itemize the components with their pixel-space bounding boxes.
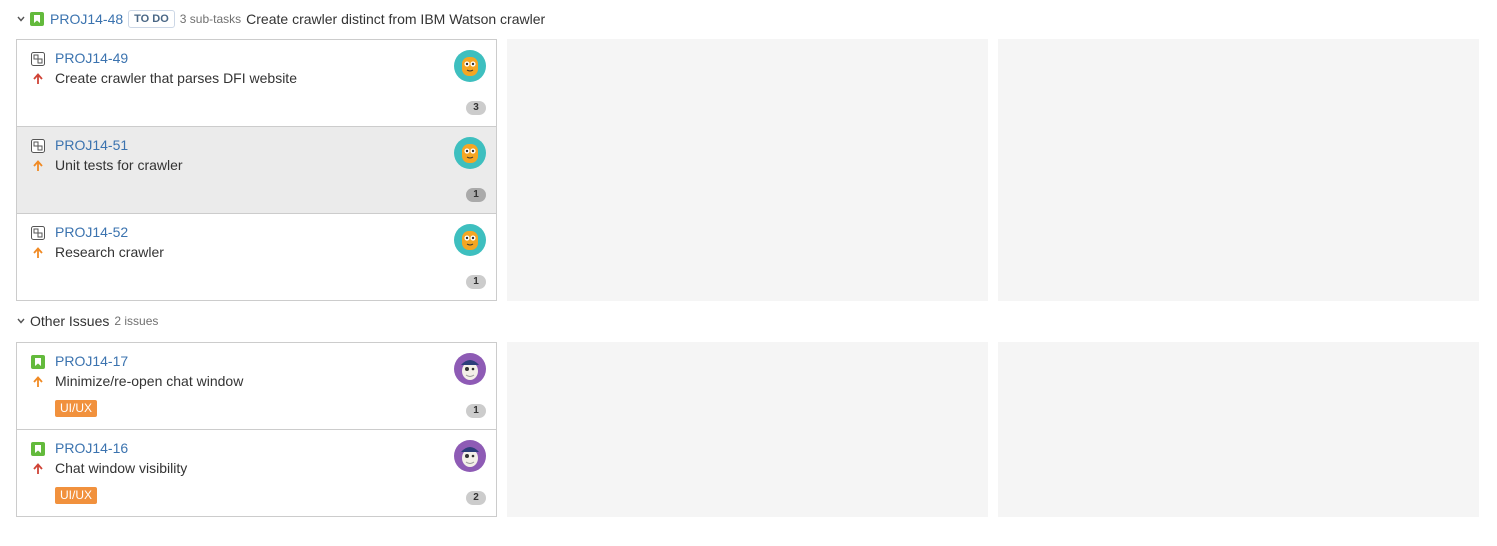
priority-high-icon: [31, 72, 45, 86]
issue-label[interactable]: UI/UX: [55, 400, 98, 417]
priority-high-icon: [31, 462, 45, 476]
in-progress-column[interactable]: [507, 39, 988, 301]
issue-count: 2 issues: [114, 314, 159, 328]
parent-issue-key[interactable]: PROJ14-48: [50, 11, 123, 27]
story-icon: [31, 442, 45, 456]
chevron-down-icon[interactable]: [16, 14, 26, 24]
chevron-down-icon[interactable]: [16, 316, 26, 326]
subtask-count-badge: 3: [466, 101, 486, 115]
priority-medium-icon: [31, 375, 45, 389]
subtask-icon: [31, 226, 45, 240]
issue-key[interactable]: PROJ14-17: [55, 353, 128, 369]
pirate-avatar[interactable]: [454, 353, 486, 385]
issue-key[interactable]: PROJ14-16: [55, 440, 128, 456]
priority-medium-icon: [31, 159, 45, 173]
pirate-avatar[interactable]: [454, 440, 486, 472]
issue-card[interactable]: PROJ14-51 Unit tests for crawler 1: [17, 127, 496, 214]
orange-monster-avatar[interactable]: [454, 137, 486, 169]
comment-count-badge: 2: [466, 491, 486, 505]
subtask-count-badge: 1: [466, 188, 486, 202]
story-icon: [30, 12, 44, 26]
in-progress-column[interactable]: [507, 342, 988, 517]
done-column[interactable]: [998, 39, 1479, 301]
subtask-count-badge: 1: [466, 275, 486, 289]
subtask-icon: [31, 139, 45, 153]
orange-monster-avatar[interactable]: [454, 50, 486, 82]
comment-count-badge: 1: [466, 404, 486, 418]
subtask-count: 3 sub-tasks: [179, 12, 242, 26]
done-column[interactable]: [998, 342, 1479, 517]
story-icon: [31, 355, 45, 369]
issue-card[interactable]: PROJ14-52 Research crawler 1: [17, 214, 496, 300]
issue-summary: Minimize/re-open chat window: [55, 373, 244, 389]
orange-monster-avatar[interactable]: [454, 224, 486, 256]
todo-column: PROJ14-49 Create crawler that parses DFI…: [16, 39, 497, 301]
issue-key[interactable]: PROJ14-49: [55, 50, 128, 66]
todo-column: PROJ14-17 Minimize/re-open chat window U…: [16, 342, 497, 517]
issue-card[interactable]: PROJ14-17 Minimize/re-open chat window U…: [17, 343, 496, 430]
parent-swimlane-header[interactable]: PROJ14-48 TO DO 3 sub-tasks Create crawl…: [16, 9, 545, 29]
swimlane-title: Other Issues: [30, 313, 110, 329]
priority-medium-icon: [31, 246, 45, 260]
issue-label[interactable]: UI/UX: [55, 487, 98, 504]
issue-key[interactable]: PROJ14-51: [55, 137, 128, 153]
issue-summary: Research crawler: [55, 244, 164, 260]
issue-summary: Create crawler that parses DFI website: [55, 70, 297, 86]
subtask-icon: [31, 52, 45, 66]
issue-summary: Unit tests for crawler: [55, 157, 183, 173]
parent-issue-summary: Create crawler distinct from IBM Watson …: [246, 11, 546, 27]
issue-card[interactable]: PROJ14-49 Create crawler that parses DFI…: [17, 40, 496, 127]
issue-key[interactable]: PROJ14-52: [55, 224, 128, 240]
issue-summary: Chat window visibility: [55, 460, 188, 476]
issue-card[interactable]: PROJ14-16 Chat window visibility UI/UX 2: [17, 430, 496, 516]
other-issues-swimlane-header[interactable]: Other Issues 2 issues: [16, 311, 163, 331]
status-badge: TO DO: [128, 10, 175, 28]
